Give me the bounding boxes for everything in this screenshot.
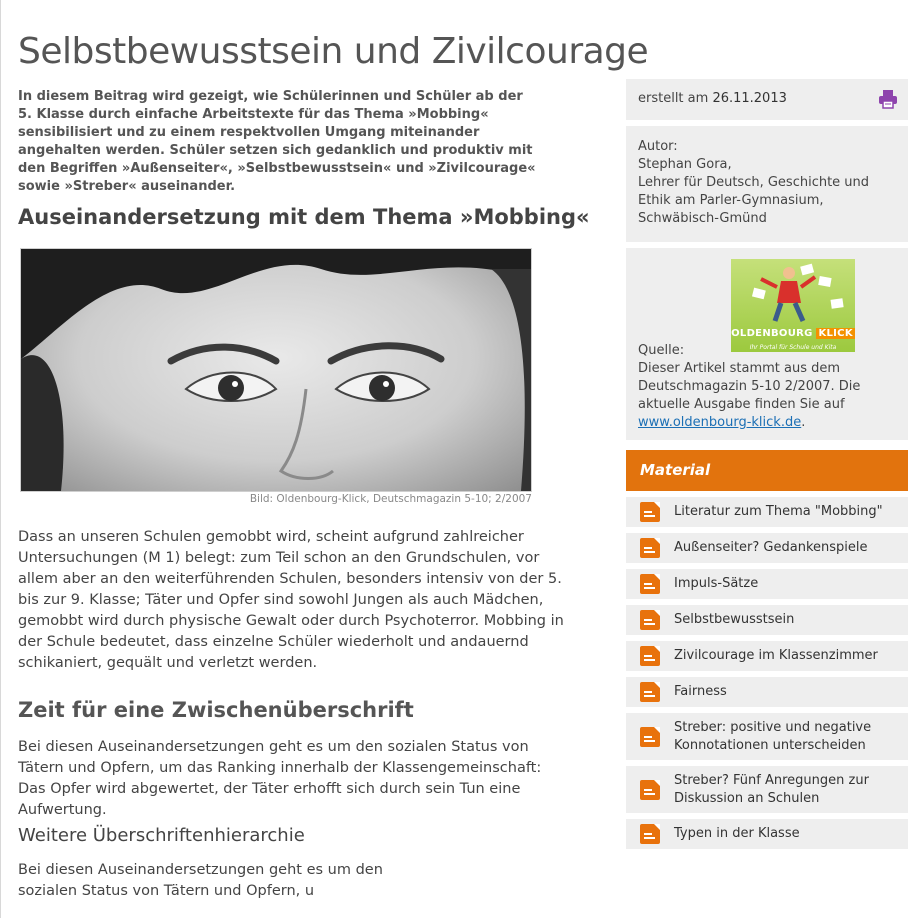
logo-brand-name: OLDENBOURG: [731, 328, 813, 339]
document-icon: [640, 682, 660, 702]
image-caption: Bild: Oldenbourg-Klick, Deutschmagazin 5…: [249, 493, 532, 505]
section-heading-mobbing: Auseinandersetzung mit dem Thema »Mobbin…: [18, 205, 590, 229]
author-line: Ethik am Parler-Gymnasium,: [638, 193, 824, 208]
document-icon: [640, 646, 660, 666]
source-box: OLDENBOURG KLICK Ihr Portal für Schule u…: [626, 248, 908, 440]
created-date: erstellt am 26.11.2013: [638, 91, 787, 106]
material-item-label: Außenseiter? Gedankenspiele: [674, 540, 868, 555]
document-icon: [640, 538, 660, 558]
page-title: Selbstbewusstsein und Zivilcourage: [18, 31, 649, 72]
article-lead: In diesem Beitrag wird gezeigt, wie Schü…: [18, 89, 536, 195]
author-label: Autor:: [638, 139, 678, 154]
created-label: erstellt am: [638, 91, 709, 106]
article-paragraph-2: Bei diesen Auseinandersetzungen geht es …: [18, 739, 542, 818]
document-icon: [640, 824, 660, 844]
document-icon: [640, 610, 660, 630]
author-line: Lehrer für Deutsch, Geschichte und: [638, 175, 870, 190]
logo-brand-accent: KLICK: [816, 328, 855, 339]
material-item-label: Typen in der Klasse: [674, 826, 800, 841]
material-item[interactable]: Streber? Fünf Anregungen zur Diskussion …: [626, 766, 908, 813]
document-icon: [640, 779, 660, 800]
section-heading-subheading: Zeit für eine Zwischenüberschrift: [18, 698, 414, 722]
material-item-label: Selbstbewusstsein: [674, 612, 795, 627]
article-paragraph-3: Bei diesen Auseinandersetzungen geht es …: [18, 862, 383, 899]
author-line: Schwäbisch-Gmünd: [638, 211, 767, 226]
section-heading-hierarchy: Weitere Überschriftenhierarchie: [18, 825, 305, 846]
material-item[interactable]: Impuls-Sätze: [626, 569, 908, 599]
material-item[interactable]: Fairness: [626, 677, 908, 707]
document-icon: [640, 726, 660, 747]
material-heading: Material: [626, 450, 908, 491]
printer-icon[interactable]: [878, 89, 898, 113]
article-paragraph-1: Dass an unseren Schulen gemobbt wird, sc…: [18, 529, 564, 671]
material-item-label: Impuls-Sätze: [674, 576, 759, 591]
created-date-box: erstellt am 26.11.2013: [626, 79, 908, 120]
material-item-label: Literatur zum Thema "Mobbing": [674, 504, 883, 519]
material-panel: Material Literatur zum Thema "Mobbing" A…: [626, 450, 908, 849]
material-item[interactable]: Selbstbewusstsein: [626, 605, 908, 635]
material-item[interactable]: Typen in der Klasse: [626, 819, 908, 849]
material-item-label: Streber? Fünf Anregungen zur Diskussion …: [674, 772, 869, 806]
sidebar: erstellt am 26.11.2013 Autor: Stephan Go…: [626, 79, 908, 849]
document-icon: [640, 574, 660, 594]
material-item-label: Fairness: [674, 684, 727, 699]
created-date-value: 26.11.2013: [712, 91, 787, 106]
material-item[interactable]: Literatur zum Thema "Mobbing": [626, 497, 908, 527]
document-icon: [640, 502, 660, 522]
source-description: Dieser Artikel stammt aus dem Deutschmag…: [638, 361, 861, 412]
source-tail: .: [801, 415, 806, 430]
source-text: Quelle: Dieser Artikel stammt aus dem De…: [638, 342, 898, 432]
author-line: Stephan Gora,: [638, 157, 732, 172]
article: Selbstbewusstsein und Zivilcourage In di…: [18, 30, 649, 899]
material-item[interactable]: Außenseiter? Gedankenspiele: [626, 533, 908, 563]
source-link[interactable]: www.oldenbourg-klick.de: [638, 415, 801, 430]
oldenbourg-klick-logo[interactable]: OLDENBOURG KLICK Ihr Portal für Schule u…: [731, 259, 855, 352]
material-item[interactable]: Streber: positive und negative Konnotati…: [626, 713, 908, 760]
article-photo: [20, 248, 532, 492]
author-box: Autor: Stephan Gora, Lehrer für Deutsch,…: [626, 126, 908, 242]
material-item[interactable]: Zivilcourage im Klassenzimmer: [626, 641, 908, 671]
page-left-border: [0, 0, 1, 918]
material-item-label: Streber: positive und negative Konnotati…: [674, 719, 872, 753]
source-label: Quelle:: [638, 343, 685, 358]
material-item-label: Zivilcourage im Klassenzimmer: [674, 648, 878, 663]
